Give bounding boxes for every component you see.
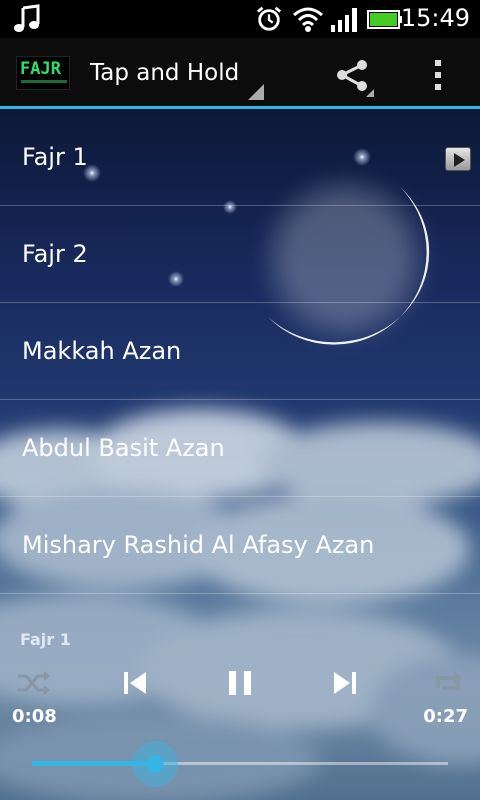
duration: 0:27 xyxy=(423,706,468,727)
share-icon[interactable] xyxy=(334,57,374,97)
now-playing-title: Fajr 1 xyxy=(20,630,71,649)
current-time: 0:08 xyxy=(12,706,57,727)
overflow-menu-icon[interactable] xyxy=(430,58,446,92)
list-item-label: Makkah Azan xyxy=(22,337,182,365)
list-item[interactable]: Fajr 1 xyxy=(0,109,480,206)
spinner-title[interactable]: Tap and Hold xyxy=(90,60,239,86)
status-bar: 15:49 xyxy=(0,0,480,38)
next-icon[interactable] xyxy=(332,668,358,698)
list-item-label: Mishary Rashid Al Afasy Azan xyxy=(22,531,375,559)
shuffle-icon[interactable] xyxy=(16,668,50,698)
signal-icon xyxy=(331,8,357,32)
list-item[interactable]: Abdul Basit Azan xyxy=(0,400,480,497)
list-item-label: Abdul Basit Azan xyxy=(22,434,225,462)
previous-icon[interactable] xyxy=(122,668,148,698)
logo-underline xyxy=(21,80,67,83)
player-panel: Fajr 1 0:08 0:27 xyxy=(0,622,480,800)
logo-text: FAJR xyxy=(20,59,61,79)
play-indicator-icon[interactable] xyxy=(445,147,471,171)
repeat-icon[interactable] xyxy=(432,668,464,698)
spinner-corner-icon xyxy=(248,84,264,100)
battery-icon xyxy=(367,10,402,29)
seek-thumb[interactable] xyxy=(132,741,179,787)
wifi-icon xyxy=(293,7,323,32)
azan-list: Fajr 1 Fajr 2 Makkah Azan Abdul Basit Az… xyxy=(0,109,480,594)
list-item-label: Fajr 2 xyxy=(22,240,88,268)
list-item[interactable]: Makkah Azan xyxy=(0,303,480,400)
music-note-icon xyxy=(14,4,40,32)
list-item[interactable]: Mishary Rashid Al Afasy Azan xyxy=(0,497,480,594)
list-item-label: Fajr 1 xyxy=(22,143,88,171)
alarm-icon xyxy=(256,6,282,31)
clock: 15:49 xyxy=(400,4,470,32)
pause-icon[interactable] xyxy=(226,668,254,698)
list-item[interactable]: Fajr 2 xyxy=(0,206,480,303)
action-bar: FAJR Tap and Hold xyxy=(0,38,480,106)
app-logo[interactable]: FAJR xyxy=(16,56,70,90)
